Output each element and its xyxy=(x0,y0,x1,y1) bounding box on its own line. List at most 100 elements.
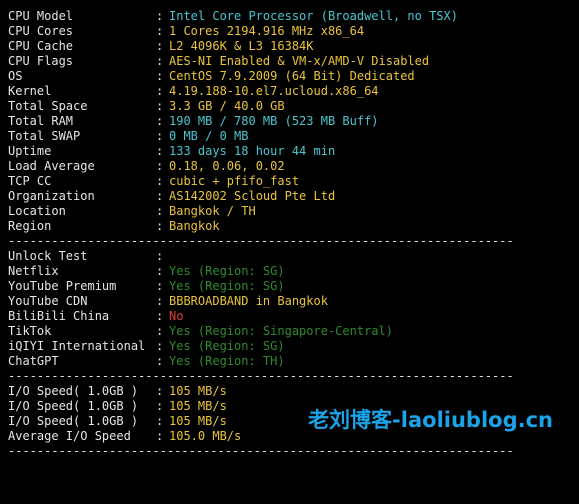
unlock-colon: : xyxy=(156,354,164,368)
unlock-key: Unlock Test xyxy=(8,249,88,263)
unlock-key: YouTube CDN xyxy=(8,294,88,308)
unlock-colon: : xyxy=(156,309,164,323)
watermark-text: 老刘博客-laoliublog.cn xyxy=(308,408,553,432)
info-colon: : xyxy=(156,9,164,23)
info-key: TCP CC xyxy=(8,174,52,188)
info-colon: : xyxy=(156,219,164,233)
info-key: Total RAM xyxy=(8,114,74,128)
unlock-value: Yes (Region: SG) xyxy=(169,264,285,278)
unlock-key: iQIYI International xyxy=(8,339,146,353)
info-row-load-average: Load Average : 0.18, 0.06, 0.02 xyxy=(8,159,285,174)
info-value: Bangkok / TH xyxy=(169,204,256,218)
unlock-colon: : xyxy=(156,264,164,278)
io-colon: : xyxy=(156,414,164,428)
info-row-cpu-cores: CPU Cores : 1 Cores 2194.916 MHz x86_64 xyxy=(8,24,364,39)
info-key: CPU Cores xyxy=(8,24,74,38)
info-colon: : xyxy=(156,129,164,143)
unlock-key: TikTok xyxy=(8,324,52,338)
info-row-organization: Organization : AS142002 Scloud Pte Ltd xyxy=(8,189,335,204)
info-value: 0 MB / 0 MB xyxy=(169,129,249,143)
info-row-location: Location : Bangkok / TH xyxy=(8,204,256,219)
unlock-colon: : xyxy=(156,324,164,338)
section-divider: ----------------------------------------… xyxy=(8,234,514,248)
unlock-row-header: Unlock Test : xyxy=(8,249,163,264)
unlock-row-netflix: Netflix : Yes (Region: SG) xyxy=(8,264,285,279)
info-row-tcp-cc: TCP CC : cubic + pfifo_fast xyxy=(8,174,299,189)
info-value: 133 days 18 hour 44 min xyxy=(169,144,336,158)
info-key: OS xyxy=(8,69,23,83)
info-colon: : xyxy=(156,159,164,173)
info-colon: : xyxy=(156,144,164,158)
info-row-cpu-model: CPU Model : Intel Core Processor (Broadw… xyxy=(8,9,458,24)
info-row-os: OS : CentOS 7.9.2009 (64 Bit) Dedicated xyxy=(8,69,415,84)
info-colon: : xyxy=(156,24,164,38)
info-colon: : xyxy=(156,54,164,68)
unlock-row-bilibili: BiliBili China : No xyxy=(8,309,183,324)
info-row-region: Region : Bangkok xyxy=(8,219,220,234)
io-value: 105 MB/s xyxy=(169,384,227,398)
info-row-uptime: Uptime : 133 days 18 hour 44 min xyxy=(8,144,335,159)
info-row-total-ram: Total RAM : 190 MB / 780 MB (523 MB Buff… xyxy=(8,114,379,129)
unlock-row-chatgpt: ChatGPT : Yes (Region: TH) xyxy=(8,354,285,369)
info-colon: : xyxy=(156,174,164,188)
info-key: CPU Model xyxy=(8,9,74,23)
info-value: AS142002 Scloud Pte Ltd xyxy=(169,189,336,203)
info-row-total-space: Total Space : 3.3 GB / 40.0 GB xyxy=(8,99,285,114)
info-row-total-swap: Total SWAP : 0 MB / 0 MB xyxy=(8,129,248,144)
info-value: 1 Cores 2194.916 MHz x86_64 xyxy=(169,24,365,38)
io-row-run-2: I/O Speed( 1.0GB ) : 105 MB/s xyxy=(8,399,227,414)
unlock-key: ChatGPT xyxy=(8,354,59,368)
info-row-kernel: Kernel : 4.19.188-10.el7.ucloud.x86_64 xyxy=(8,84,379,99)
info-colon: : xyxy=(156,39,164,53)
info-key: Load Average xyxy=(8,159,95,173)
unlock-value: Yes (Region: Singapore-Central) xyxy=(169,324,393,338)
unlock-key: YouTube Premium xyxy=(8,279,117,293)
io-value: 105 MB/s xyxy=(169,414,227,428)
io-row-run-1: I/O Speed( 1.0GB ) : 105 MB/s xyxy=(8,384,227,399)
terminal-window: CPU Model : Intel Core Processor (Broadw… xyxy=(0,0,579,458)
info-value: Intel Core Processor (Broadwell, no TSX) xyxy=(169,9,458,23)
io-value: 105.0 MB/s xyxy=(169,429,242,443)
unlock-colon: : xyxy=(156,294,164,308)
unlock-value: BBBROADBAND in Bangkok xyxy=(169,294,328,308)
io-key: I/O Speed( 1.0GB ) xyxy=(8,399,139,413)
io-key: I/O Speed( 1.0GB ) xyxy=(8,384,139,398)
info-key: CPU Flags xyxy=(8,54,74,68)
io-key: Average I/O Speed xyxy=(8,429,131,443)
info-value: L2 4096K & L3 16384K xyxy=(169,39,314,53)
unlock-colon: : xyxy=(156,249,164,263)
info-key: Total SWAP xyxy=(8,129,81,143)
info-key: CPU Cache xyxy=(8,39,74,53)
info-colon: : xyxy=(156,69,164,83)
section-divider: ----------------------------------------… xyxy=(8,444,514,458)
unlock-colon: : xyxy=(156,339,164,353)
info-key: Kernel xyxy=(8,84,52,98)
unlock-colon: : xyxy=(156,279,164,293)
info-value: AES-NI Enabled & VM-x/AMD-V Disabled xyxy=(169,54,430,68)
info-colon: : xyxy=(156,114,164,128)
io-value: 105 MB/s xyxy=(169,399,227,413)
info-colon: : xyxy=(156,84,164,98)
unlock-key: Netflix xyxy=(8,264,59,278)
unlock-value: Yes (Region: SG) xyxy=(169,279,285,293)
info-value: 4.19.188-10.el7.ucloud.x86_64 xyxy=(169,84,379,98)
io-row-average: Average I/O Speed : 105.0 MB/s xyxy=(8,429,241,444)
info-value: 3.3 GB / 40.0 GB xyxy=(169,99,285,113)
unlock-value: Yes (Region: SG) xyxy=(169,339,285,353)
io-key: I/O Speed( 1.0GB ) xyxy=(8,414,139,428)
info-colon: : xyxy=(156,189,164,203)
info-value: 190 MB / 780 MB (523 MB Buff) xyxy=(169,114,379,128)
unlock-key: BiliBili China xyxy=(8,309,110,323)
io-colon: : xyxy=(156,399,164,413)
info-colon: : xyxy=(156,99,164,113)
io-colon: : xyxy=(156,384,164,398)
io-colon: : xyxy=(156,429,164,443)
section-divider: ----------------------------------------… xyxy=(8,369,514,383)
info-key: Region xyxy=(8,219,52,233)
info-value: Bangkok xyxy=(169,219,220,233)
info-value: 0.18, 0.06, 0.02 xyxy=(169,159,285,173)
unlock-row-youtube-premium: YouTube Premium : Yes (Region: SG) xyxy=(8,279,285,294)
unlock-row-tiktok: TikTok : Yes (Region: Singapore-Central) xyxy=(8,324,393,339)
info-key: Total Space xyxy=(8,99,88,113)
info-key: Organization xyxy=(8,189,95,203)
